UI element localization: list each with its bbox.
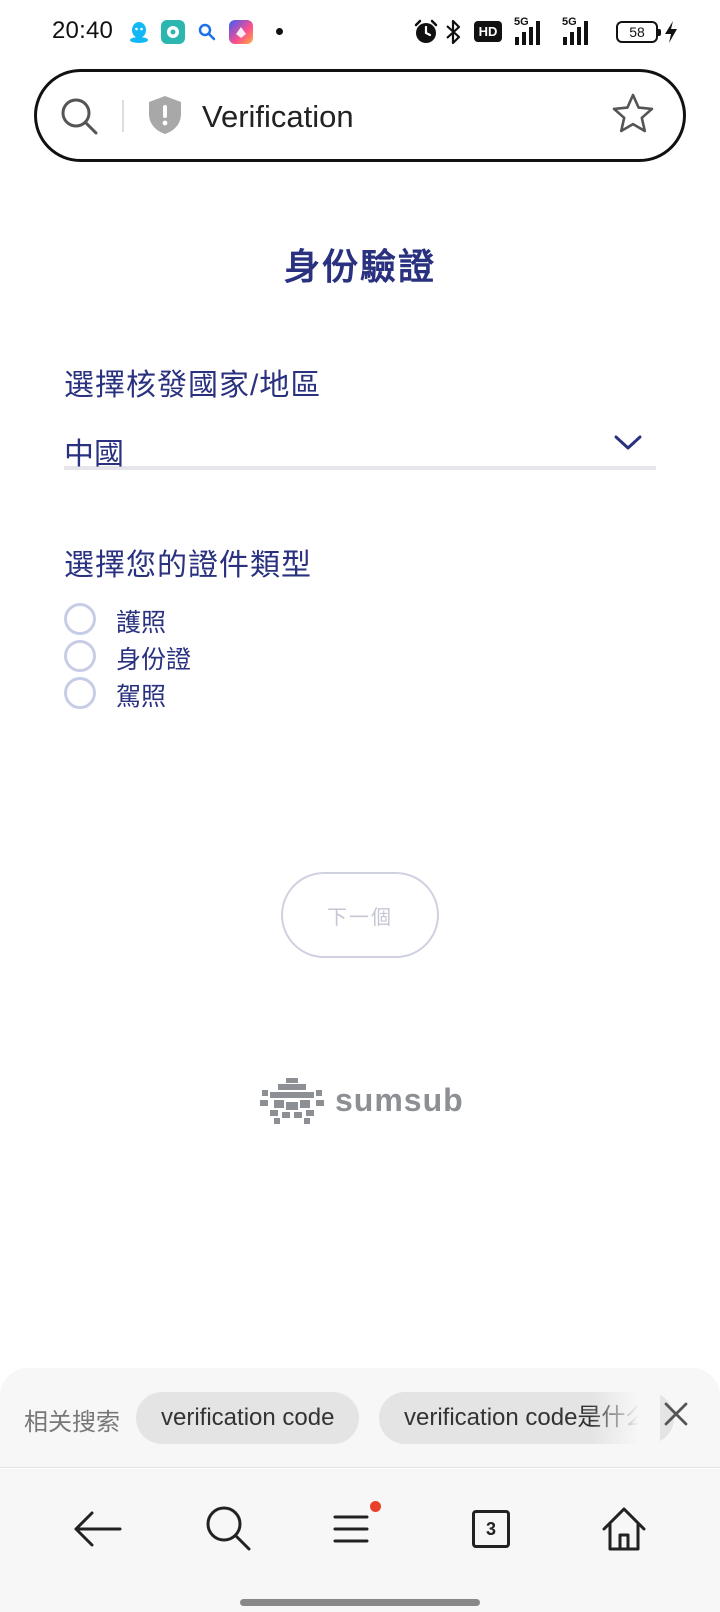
status-time: 20:40 [52, 17, 114, 44]
star-icon[interactable] [611, 92, 655, 141]
menu-icon[interactable] [331, 1501, 387, 1557]
radio-button[interactable] [64, 640, 96, 672]
signal-icon: 5G [556, 16, 592, 46]
bluetooth-icon [445, 18, 461, 51]
country-label: 選擇核發國家/地區 [64, 369, 322, 402]
sumsub-mark-icon [260, 1078, 324, 1131]
search-icon[interactable] [201, 1501, 257, 1557]
notification-dot [276, 28, 283, 35]
alarm-icon [413, 19, 439, 50]
radio-label: 駕照 [116, 683, 167, 711]
sumsub-wordmark: sumsub [335, 1082, 464, 1118]
tab-count: 3 [472, 1510, 510, 1548]
related-search-bar: 相关搜索 verification code verification code… [0, 1368, 720, 1468]
close-icon[interactable] [660, 1398, 692, 1435]
radio-button[interactable] [64, 603, 96, 635]
back-arrow-icon[interactable] [70, 1501, 126, 1557]
document-type-label: 選擇您的證件類型 [64, 549, 312, 582]
home-indicator[interactable] [240, 1599, 480, 1606]
qq-icon [127, 20, 151, 44]
radio-button[interactable] [64, 677, 96, 709]
shield-icon[interactable] [147, 94, 183, 141]
related-search-label: 相关搜索 [24, 1409, 120, 1436]
battery-icon: 58 [616, 21, 661, 43]
search-icon[interactable] [59, 96, 99, 141]
notification-badge [370, 1501, 381, 1512]
page-url-title[interactable]: Verification [202, 99, 354, 135]
status-bar: 20:40 HD 5G 5G 58 [0, 0, 720, 64]
chevron-down-icon [614, 434, 642, 457]
document-option-passport[interactable]: 護照 [64, 601, 364, 637]
sumsub-logo: sumsub [260, 1078, 463, 1131]
radio-label: 身份證 [116, 646, 192, 674]
signal-icon: 5G [514, 16, 550, 46]
messenger-icon [161, 20, 185, 44]
country-select[interactable]: 中國 [64, 420, 656, 471]
next-button[interactable]: 下一個 [281, 872, 439, 958]
bottom-navigation: 3 [0, 1469, 720, 1612]
page-title: 身份驗證 [283, 246, 436, 287]
charging-icon [664, 20, 678, 49]
address-bar-divider [122, 100, 124, 132]
document-option-id-card[interactable]: 身份證 [64, 638, 364, 674]
shortcut-app-icon [229, 20, 253, 44]
tabs-icon[interactable]: 3 [462, 1501, 518, 1557]
search-app-icon [195, 20, 219, 44]
address-bar[interactable]: Verification [34, 69, 686, 162]
home-icon[interactable] [596, 1501, 652, 1557]
document-option-drivers-license[interactable]: 駕照 [64, 675, 364, 711]
radio-label: 護照 [116, 609, 167, 637]
country-value: 中國 [64, 438, 124, 471]
related-search-chip[interactable]: verification code [136, 1392, 360, 1444]
hd-icon: HD [474, 21, 502, 42]
chip-fade-overlay [590, 1368, 660, 1467]
